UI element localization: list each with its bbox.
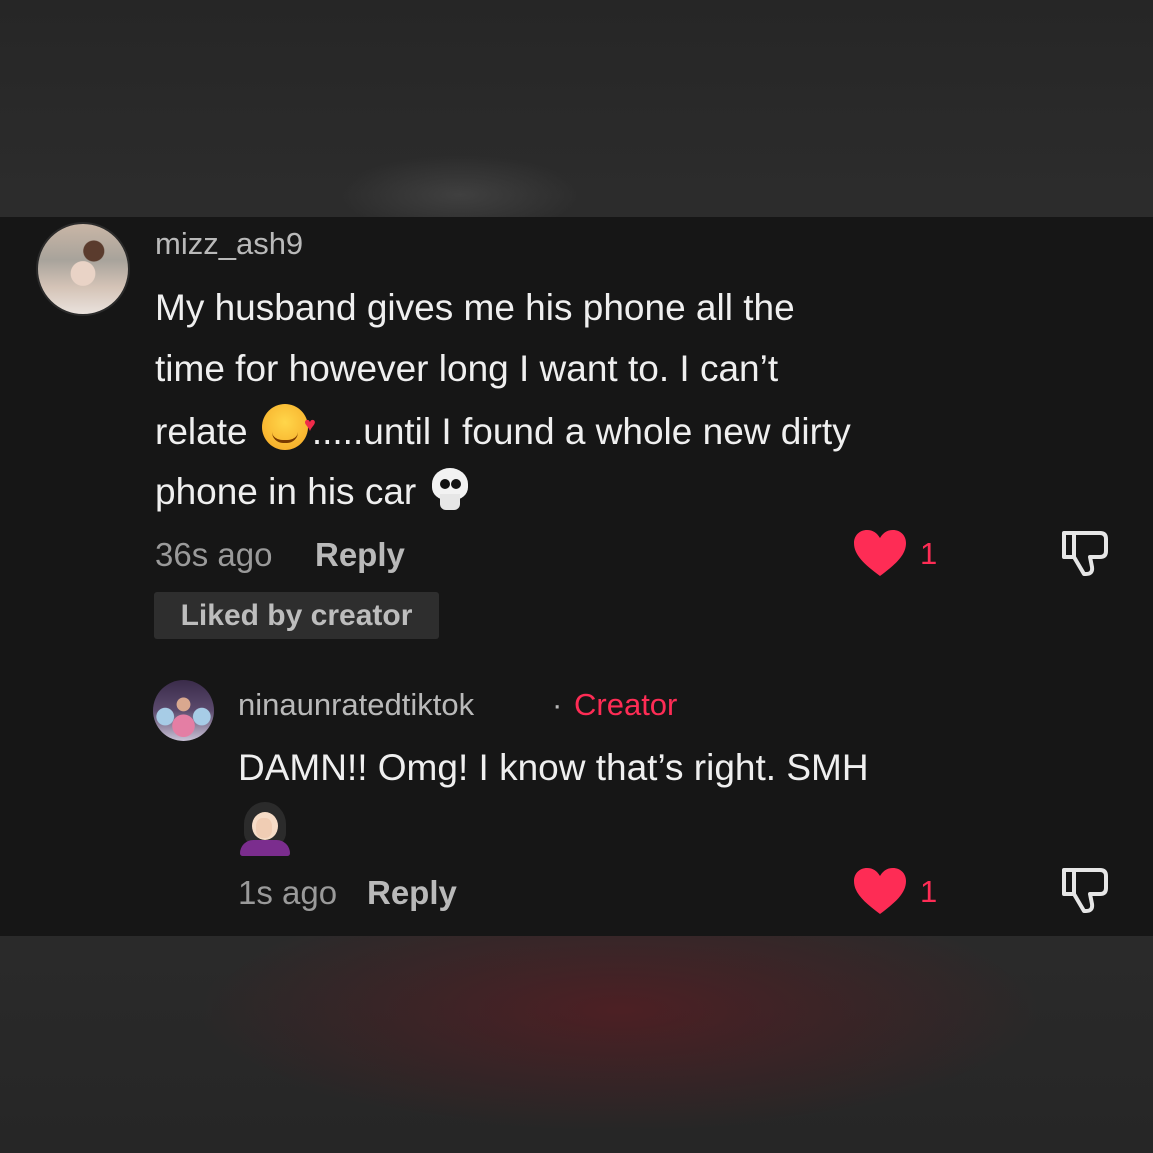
avatar-ninaunratedtiktok[interactable] [153,680,214,741]
creator-tag: Creator [574,687,678,722]
reply-text-line: DAMN!! Omg! I know that’s right. SMH [238,747,869,788]
dislike-icon[interactable] [1060,527,1110,577]
reply-username[interactable]: ninaunratedtiktok [238,687,474,723]
comment-text-line: My husband gives me his phone all the [155,287,795,328]
comment-timestamp: 36s ago [155,536,273,573]
comment-text-segment: .....until I found a whole new dirty [311,411,851,452]
separator-dot: · [552,687,563,722]
comment-text-line: phone in his car [155,461,470,523]
avatar-mizz-ash9[interactable] [36,222,130,316]
woman-facepalming-icon [238,800,292,856]
comment-text-segment: phone in his car [155,471,417,512]
heart-icon[interactable] [852,528,908,578]
comment-text-segment: relate [155,411,248,452]
like-count: 1 [920,874,938,909]
reply-button[interactable]: Reply [367,874,457,912]
comment-text-line: relate .....until I found a whole new di… [155,394,851,463]
reply-button[interactable]: Reply [315,536,405,574]
liked-by-creator-badge: Liked by creator [154,592,439,639]
comment-text-line: time for however long I want to. I can’t [155,348,779,389]
dislike-icon[interactable] [1060,864,1110,914]
reply-timestamp: 1s ago [238,874,338,911]
smiling-face-with-hearts-icon [261,394,316,456]
skull-icon [430,468,470,512]
like-count: 1 [920,536,938,571]
heart-icon[interactable] [852,866,908,916]
comment-username[interactable]: mizz_ash9 [155,226,303,262]
